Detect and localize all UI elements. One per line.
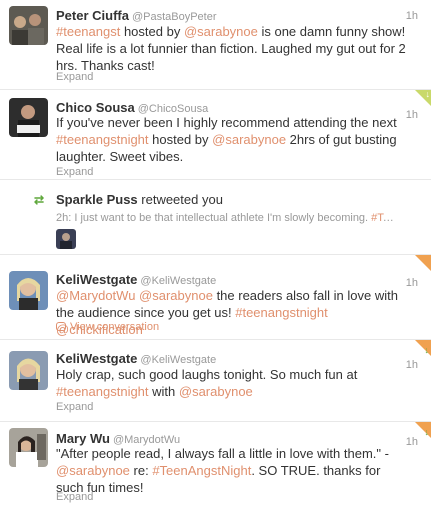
- mention-link[interactable]: @sarabynoe: [179, 384, 253, 399]
- new-tweet-marker: ↓: [415, 90, 431, 106]
- retweet-icon: ⇄: [34, 193, 45, 207]
- tweet-text: Holy crap, such good laughs tonight. So …: [56, 366, 411, 400]
- avatar[interactable]: [9, 271, 48, 310]
- tweet-text: If you've never been I highly recommend …: [56, 114, 411, 165]
- notification-stream: Peter Ciuffa @PastaBoyPeter 1h #teenangst…: [0, 0, 431, 511]
- tweet-item[interactable]: ↓ Chico Sousa @ChicoSousa 1h If you've ne…: [0, 90, 431, 180]
- tweet-text-run: "After people read, I always fall a litt…: [56, 446, 389, 461]
- hashtag-link[interactable]: #TeenAngstNight: [152, 463, 251, 478]
- timestamp[interactable]: 1h: [406, 10, 418, 22]
- mention-link[interactable]: @MarydotWu: [56, 288, 135, 303]
- author-handle[interactable]: @KeliWestgate: [140, 275, 216, 287]
- expand-link[interactable]: Expand: [56, 71, 93, 83]
- avatar[interactable]: [9, 351, 48, 390]
- author-handle[interactable]: @KeliWestgate: [140, 354, 216, 366]
- tweet-text-run: hosted by: [148, 132, 213, 147]
- author-handle[interactable]: @PastaBoyPeter: [132, 11, 217, 23]
- author-name[interactable]: Peter Ciuffa: [56, 8, 129, 23]
- author-name[interactable]: KeliWestgate: [56, 351, 137, 366]
- author-name[interactable]: Mary Wu: [56, 431, 110, 446]
- avatar[interactable]: [9, 98, 48, 137]
- expand-link[interactable]: Expand: [56, 491, 93, 503]
- expand-link[interactable]: Expand: [56, 166, 93, 178]
- retweet-time: 2h:: [56, 212, 75, 224]
- author-name[interactable]: KeliWestgate: [56, 272, 137, 287]
- retweeter-avatar[interactable]: [56, 229, 76, 249]
- mention-link[interactable]: @sarabynoe: [139, 288, 213, 303]
- tweet-text-run: Holy crap, such good laughs tonight. So …: [56, 367, 358, 382]
- hashtag-link[interactable]: #teenangstnight: [235, 305, 328, 320]
- hashtag-link[interactable]: #teenangstnight: [56, 384, 149, 399]
- retweet-body: I just want to be that intellectual athl…: [74, 212, 372, 224]
- hashtag-link[interactable]: #teenangst: [56, 24, 120, 39]
- tweet-item[interactable]: ↓ Mary Wu @MarydotWu 1h "After people rea…: [0, 422, 431, 511]
- tweet-text-run: re:: [129, 463, 153, 478]
- favorite-marker: [415, 255, 431, 271]
- mention-link[interactable]: @sarabynoe: [212, 132, 286, 147]
- tweet-item[interactable]: KeliWestgate @KeliWestgate 1h @MarydotWu …: [0, 255, 431, 340]
- tweet-text-run: with: [148, 384, 179, 399]
- retweet-notification[interactable]: ⇄ Sparkle Puss retweeted you 2h: I just …: [0, 180, 431, 255]
- retweet-line: Sparkle Puss retweeted you: [56, 192, 223, 207]
- view-conversation-label: View conversation: [70, 321, 160, 333]
- tweet-item[interactable]: Peter Ciuffa @PastaBoyPeter 1h #teenangst…: [0, 0, 431, 90]
- retweeter-name[interactable]: Sparkle Puss: [56, 192, 138, 207]
- tweet-item[interactable]: ↓ KeliWestgate @KeliWestgate 1h Holy crap…: [0, 340, 431, 422]
- expand-link[interactable]: Expand: [56, 401, 93, 413]
- author-name[interactable]: Chico Sousa: [56, 100, 135, 115]
- view-conversation-link[interactable]: View conversation: [56, 321, 159, 333]
- retweeted-text: 2h: I just want to be that intellectual …: [56, 212, 396, 224]
- tweet-text: "After people read, I always fall a litt…: [56, 445, 411, 496]
- avatar[interactable]: [9, 6, 48, 45]
- mention-link[interactable]: @sarabynoe: [184, 24, 258, 39]
- mention-link[interactable]: @sarabynoe: [56, 463, 130, 478]
- retweet-verb: retweeted you: [137, 192, 223, 207]
- hashtag-link[interactable]: #teenangstnight: [56, 132, 149, 147]
- tweet-text-run: hosted by: [120, 24, 184, 39]
- new-tweet-marker: ↓: [415, 340, 431, 356]
- tweet-text-run: If you've never been I highly recommend …: [56, 115, 397, 130]
- tweet-text: #teenangst hosted by @sarabynoe is one d…: [56, 23, 411, 74]
- retweet-hashtag[interactable]: #TeenA...: [371, 212, 396, 224]
- avatar[interactable]: [9, 428, 48, 467]
- conversation-icon: [56, 322, 66, 331]
